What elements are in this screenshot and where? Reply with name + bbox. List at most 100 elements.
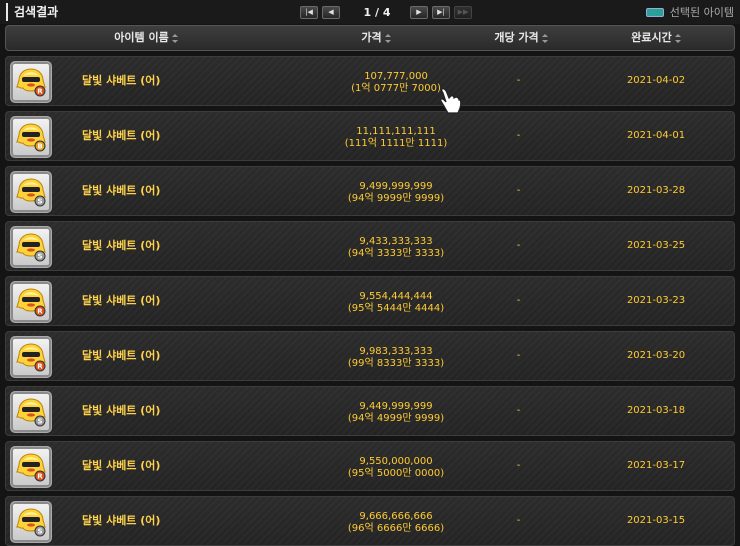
svg-text:S: S (37, 198, 42, 206)
last-page-button[interactable]: ▶| (432, 5, 450, 19)
unit-price: - (516, 350, 521, 361)
completed-date: 2021-04-01 (626, 130, 686, 141)
page-indicator: 1 / 4 (363, 5, 391, 19)
price-value: 9,449,999,999 (359, 401, 433, 412)
item-icon: R (10, 61, 52, 103)
price-korean: (94억 9999만 9999) (347, 193, 445, 204)
unit-price: - (516, 185, 521, 196)
unit-price: - (516, 515, 521, 526)
item-price: 11,111,111,111 (111억 1111만 1111) (296, 126, 496, 150)
item-price: 9,449,999,999 (94억 4999만 9999) (296, 401, 496, 425)
item-price: 9,499,999,999 (94억 9999만 9999) (296, 181, 496, 205)
column-label: 아이템 이름 (114, 31, 169, 44)
completed-date: 2021-03-17 (626, 460, 686, 471)
completed-date: 2021-03-28 (626, 185, 686, 196)
item-icon: S (10, 171, 52, 213)
item-price: 9,554,444,444 (95억 5444만 4444) (296, 291, 496, 315)
price-korean: (99억 8333만 3333) (347, 358, 445, 369)
item-icon: R (10, 281, 52, 323)
unit-price: - (516, 405, 521, 416)
item-name: 달빛 샤베트 (어) (82, 514, 161, 527)
price-value: 11,111,111,111 (356, 126, 436, 137)
price-value: 9,666,666,666 (359, 511, 433, 522)
table-row[interactable]: S 달빛 샤베트 (어) 9,433,333,333 (94억 3333만 3333)… (5, 221, 735, 271)
item-name: 달빛 샤베트 (어) (82, 349, 161, 362)
item-icon: B (10, 116, 52, 158)
completed-date: 2021-03-15 (626, 515, 686, 526)
column-label: 개당 가격 (494, 31, 539, 44)
item-name: 달빛 샤베트 (어) (82, 404, 161, 417)
table-row[interactable]: S 달빛 샤베트 (어) 9,666,666,666 (96억 6666만 6666)… (5, 496, 735, 546)
svg-text:S: S (37, 253, 42, 261)
price-korean: (96억 6666만 6666) (347, 523, 445, 534)
item-name: 달빛 샤베트 (어) (82, 294, 161, 307)
legend-label: 선택된 아이템 (669, 6, 734, 19)
sort-icon (171, 33, 178, 43)
price-korean: (95억 5444만 4444) (347, 303, 445, 314)
price-value: 9,554,444,444 (359, 291, 433, 302)
item-name: 달빛 샤베트 (어) (82, 74, 161, 87)
selected-swatch-icon (645, 7, 664, 17)
item-name: 달빛 샤베트 (어) (82, 239, 161, 252)
item-price: 107,777,000 (1억 0777만 7000) (296, 71, 496, 95)
svg-text:R: R (37, 308, 43, 316)
sort-icon (384, 33, 391, 43)
first-page-button[interactable]: |◀ (300, 5, 318, 19)
item-icon: R (10, 336, 52, 378)
table-row[interactable]: R 달빛 샤베트 (어) 9,554,444,444 (95억 5444만 4444)… (5, 276, 735, 326)
item-name: 달빛 샤베트 (어) (82, 184, 161, 197)
table-header: 아이템 이름 가격 개당 가격 완료시간 (5, 25, 735, 51)
completed-date: 2021-03-25 (626, 240, 686, 251)
price-korean: (94억 3333만 3333) (347, 248, 445, 259)
item-icon: R (10, 446, 52, 488)
pagination: |◀ ◀ 1 / 4 ▶ ▶| ▶▶ (300, 4, 476, 20)
item-price: 9,666,666,666 (96억 6666만 6666) (296, 511, 496, 535)
completed-date: 2021-04-02 (626, 75, 686, 86)
next-block-button[interactable]: ▶▶ (454, 5, 472, 19)
price-korean: (94억 4999만 9999) (347, 413, 445, 424)
column-label: 완료시간 (631, 31, 672, 44)
column-header-unit-price[interactable]: 개당 가격 (471, 26, 571, 50)
top-bar: 검색결과 |◀ ◀ 1 / 4 ▶ ▶| ▶▶ 선택된 아이템 (0, 0, 740, 24)
item-icon: S (10, 501, 52, 543)
item-name: 달빛 샤베트 (어) (82, 459, 161, 472)
table-row[interactable]: R 달빛 샤베트 (어) 9,550,000,000 (95억 5000만 0000)… (5, 441, 735, 491)
sort-icon (541, 33, 548, 43)
svg-text:R: R (37, 473, 43, 481)
svg-text:R: R (37, 363, 43, 371)
price-korean: (111억 1111만 1111) (344, 138, 448, 149)
table-row[interactable]: S 달빛 샤베트 (어) 9,449,999,999 (94억 4999만 9999)… (5, 386, 735, 436)
item-icon: S (10, 226, 52, 268)
table-row[interactable]: S 달빛 샤베트 (어) 9,499,999,999 (94억 9999만 9999)… (5, 166, 735, 216)
column-header-name[interactable]: 아이템 이름 (86, 26, 206, 50)
completed-date: 2021-03-18 (626, 405, 686, 416)
next-page-button[interactable]: ▶ (410, 5, 428, 19)
unit-price: - (516, 75, 521, 86)
price-value: 107,777,000 (364, 71, 428, 82)
svg-text:R: R (37, 88, 43, 96)
unit-price: - (516, 295, 521, 306)
item-price: 9,433,333,333 (94억 3333만 3333) (296, 236, 496, 260)
column-header-price[interactable]: 가격 (336, 26, 416, 50)
svg-text:S: S (37, 418, 42, 426)
table-row[interactable]: B 달빛 샤베트 (어) 11,111,111,111 (111억 1111만 111… (5, 111, 735, 161)
column-header-completed[interactable]: 완료시간 (601, 26, 711, 50)
completed-date: 2021-03-20 (626, 350, 686, 361)
sort-icon (674, 33, 681, 43)
item-icon: S (10, 391, 52, 433)
item-price: 9,983,333,333 (99억 8333만 3333) (296, 346, 496, 370)
page-title: 검색결과 (6, 3, 58, 21)
hand-cursor-icon (440, 88, 462, 114)
unit-price: - (516, 130, 521, 141)
column-label: 가격 (361, 31, 382, 44)
table-row[interactable]: R 달빛 샤베트 (어) 107,777,000 (1억 0777만 7000) - 20… (5, 56, 735, 106)
selected-item-legend: 선택된 아이템 (645, 4, 734, 20)
price-value: 9,550,000,000 (359, 456, 433, 467)
price-value: 9,499,999,999 (359, 181, 433, 192)
svg-text:B: B (37, 143, 42, 151)
table-row[interactable]: R 달빛 샤베트 (어) 9,983,333,333 (99억 8333만 3333)… (5, 331, 735, 381)
item-price: 9,550,000,000 (95억 5000만 0000) (296, 456, 496, 480)
price-korean: (95억 5000만 0000) (347, 468, 445, 479)
price-value: 9,433,333,333 (359, 236, 433, 247)
prev-page-button[interactable]: ◀ (322, 5, 340, 19)
